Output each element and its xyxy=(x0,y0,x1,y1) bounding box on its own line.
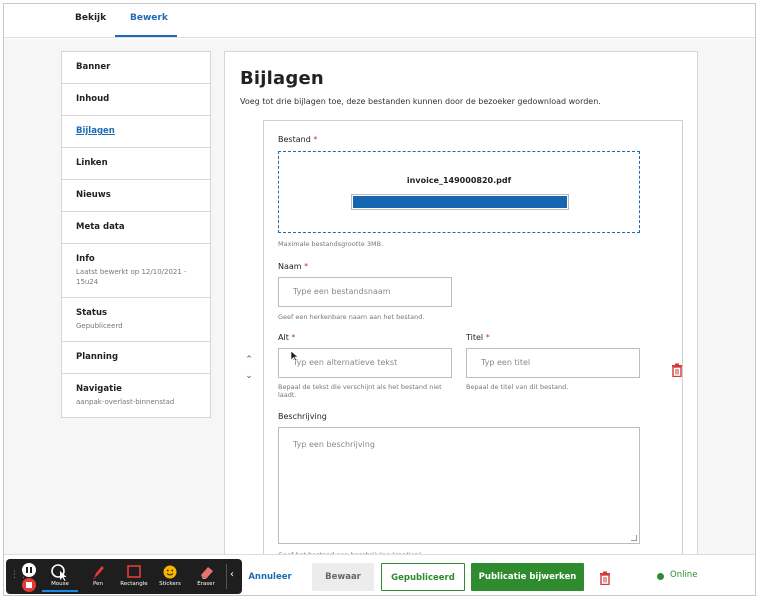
sidebar-item-sublabel: aanpak-overlast-binnenstad xyxy=(76,398,175,406)
sidebar-item-label: Status xyxy=(76,308,108,318)
mouse-cursor-icon xyxy=(291,351,299,361)
sidebar-item-meta-data[interactable]: Meta data xyxy=(62,212,210,244)
sidebar-item-planning[interactable]: Planning xyxy=(62,342,210,374)
alt-hint: Bepaal de tekst die verschijnt als het b… xyxy=(278,383,442,399)
tool-label: Mouse xyxy=(51,581,69,587)
uploaded-file-name: invoice_149000820.pdf xyxy=(406,176,512,185)
sidebar-item-sublabel: Gepubliceerd xyxy=(76,322,123,330)
cancel-button[interactable]: Annuleer xyxy=(244,563,296,591)
recording-toolbar: ⋮⋮ Mouse Pen Rectangle Stickers Eraser ‹ xyxy=(6,559,242,594)
sidebar-item-linken[interactable]: Linken xyxy=(62,148,210,180)
sidebar-item-label: Linken xyxy=(76,158,108,168)
section-sidebar: Banner Inhoud Bijlagen Linken Nieuws Met… xyxy=(61,51,211,418)
app-window: Bekijk Bewerk Banner Inhoud Bijlagen Lin… xyxy=(3,3,756,596)
chevron-down-icon[interactable]: ⌄ xyxy=(243,370,255,382)
resize-handle-icon[interactable] xyxy=(631,535,637,541)
sidebar-item-sublabel: Laatst bewerkt op 12/10/2021 - 15u24 xyxy=(76,268,187,286)
tool-rectangle[interactable]: Rectangle xyxy=(116,561,152,592)
sidebar-item-label: Bijlagen xyxy=(76,126,115,136)
page-description: Voeg tot drie bijlagen toe, deze bestand… xyxy=(240,97,601,106)
trash-icon[interactable] xyxy=(671,363,683,377)
tab-edit[interactable]: Bewerk xyxy=(130,13,168,23)
chevron-left-icon[interactable]: ‹ xyxy=(230,569,234,580)
file-size-hint: Maximale bestandsgrootte 3MB. xyxy=(278,240,384,248)
chevron-up-icon[interactable]: ⌃ xyxy=(243,354,255,366)
title-input[interactable]: Typ een titel xyxy=(466,348,640,378)
sidebar-item-info[interactable]: Info Laatst bewerkt op 12/10/2021 - 15u2… xyxy=(62,244,210,298)
description-label: Beschrijving xyxy=(278,412,327,421)
file-dropzone[interactable]: invoice_149000820.pdf xyxy=(278,151,640,233)
sidebar-item-label: Navigatie xyxy=(76,384,122,394)
content-area: Banner Inhoud Bijlagen Linken Nieuws Met… xyxy=(4,39,755,595)
attachment-card: Bestand * invoice_149000820.pdf Maximale… xyxy=(263,120,683,590)
name-label: Naam * xyxy=(278,262,309,271)
title-hint: Bepaal de titel van dit bestand. xyxy=(466,383,569,391)
tool-pen[interactable]: Pen xyxy=(80,561,116,592)
sidebar-item-status[interactable]: Status Gepubliceerd xyxy=(62,298,210,342)
top-tab-bar: Bekijk Bewerk xyxy=(4,4,755,38)
tool-label: Rectangle xyxy=(120,581,148,587)
description-textarea[interactable]: Typ een beschrijving xyxy=(278,427,640,544)
toolbar-divider xyxy=(226,564,227,589)
eraser-icon xyxy=(201,567,213,579)
stop-record-icon[interactable] xyxy=(22,578,36,592)
title-label: Titel * xyxy=(466,333,490,342)
sidebar-item-navigatie[interactable]: Navigatie aanpak-overlast-binnenstad xyxy=(62,374,210,417)
tab-view[interactable]: Bekijk xyxy=(75,13,106,23)
description-placeholder: Typ een beschrijving xyxy=(293,440,375,449)
update-publication-button[interactable]: Publicatie bijwerken xyxy=(471,563,584,591)
sidebar-item-label: Nieuws xyxy=(76,190,111,200)
sidebar-item-label: Info xyxy=(76,254,95,264)
pen-icon xyxy=(93,566,104,579)
save-button[interactable]: Bewaar xyxy=(312,563,374,591)
pause-icon[interactable] xyxy=(22,563,36,577)
alt-label: Alt * xyxy=(278,333,296,342)
alt-input[interactable]: Typ een alternatieve tekst xyxy=(278,348,452,378)
upload-progress-fill xyxy=(353,196,567,208)
upload-progress-bar xyxy=(351,194,569,210)
mouse-pointer-icon xyxy=(51,564,67,581)
sticker-smiley-icon xyxy=(163,565,177,579)
sidebar-item-nieuws[interactable]: Nieuws xyxy=(62,180,210,212)
online-status-dot xyxy=(657,573,664,580)
tool-mouse[interactable]: Mouse xyxy=(42,561,78,592)
trash-icon[interactable] xyxy=(599,571,611,585)
attachments-panel: Bijlagen Voeg tot drie bijlagen toe, dez… xyxy=(224,51,698,590)
published-button[interactable]: Gepubliceerd xyxy=(381,563,465,591)
active-tab-indicator xyxy=(115,35,177,37)
online-status-label: Online xyxy=(670,570,698,580)
sidebar-item-banner[interactable]: Banner xyxy=(62,52,210,84)
name-hint: Geef een herkenbare naam aan het bestand… xyxy=(278,313,425,321)
file-label: Bestand * xyxy=(278,135,318,144)
name-input[interactable]: Type een bestandsnaam xyxy=(278,277,452,307)
tool-eraser[interactable]: Eraser xyxy=(188,561,224,592)
sidebar-item-label: Banner xyxy=(76,62,111,72)
sidebar-item-label: Inhoud xyxy=(76,94,110,104)
tool-stickers[interactable]: Stickers xyxy=(152,561,188,592)
tool-label: Eraser xyxy=(197,581,215,587)
tool-label: Stickers xyxy=(159,581,181,587)
sidebar-item-inhoud[interactable]: Inhoud xyxy=(62,84,210,116)
sidebar-item-bijlagen[interactable]: Bijlagen xyxy=(62,116,210,148)
page-title: Bijlagen xyxy=(240,68,324,89)
sidebar-item-label: Meta data xyxy=(76,222,125,232)
rectangle-icon xyxy=(127,565,141,578)
tool-label: Pen xyxy=(93,581,103,587)
sidebar-item-label: Planning xyxy=(76,352,119,362)
